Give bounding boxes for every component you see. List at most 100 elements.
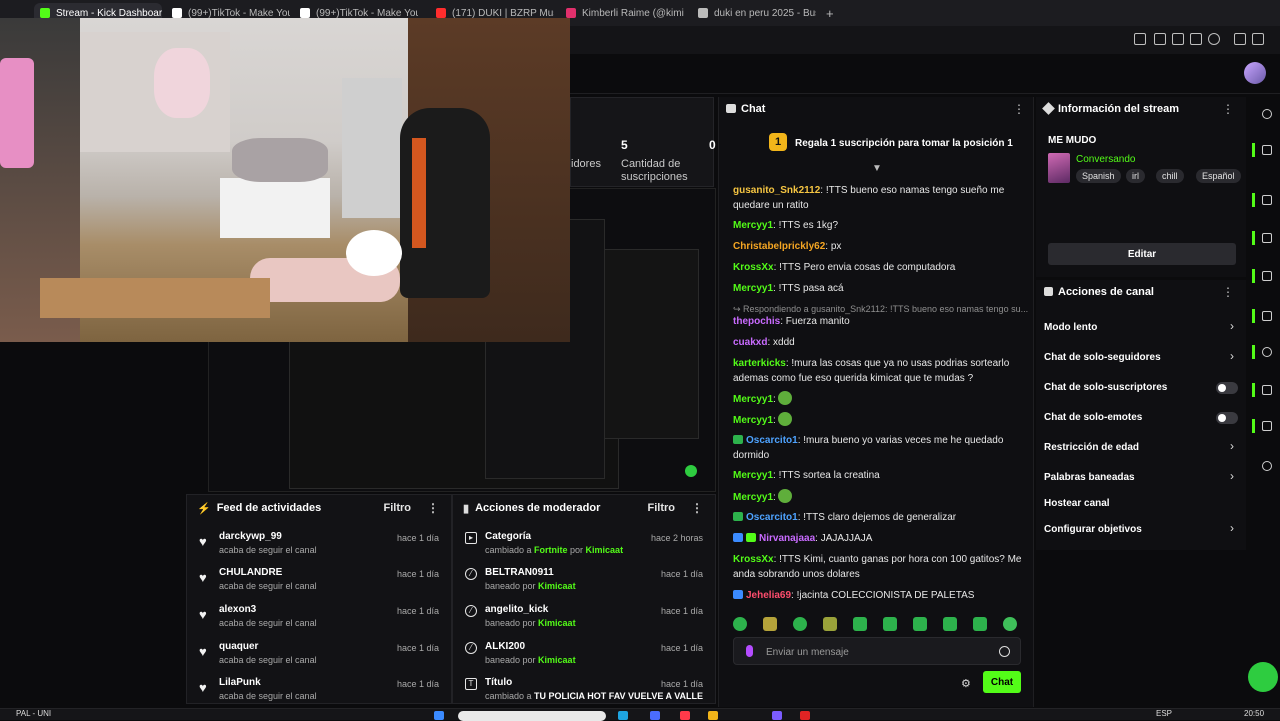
- emotes-only-toggle[interactable]: [1216, 412, 1238, 424]
- mod-action-name: Categoría: [485, 531, 532, 542]
- moderation-icon[interactable]: [1262, 195, 1272, 205]
- mod-action-name[interactable]: ALKI200: [485, 641, 525, 652]
- mod-action-sub: baneado por Kimicaat: [485, 581, 576, 591]
- feed-user[interactable]: LilaPunk: [219, 677, 261, 688]
- app-icon[interactable]: [800, 711, 810, 720]
- rail-active-marker: [1252, 419, 1255, 433]
- more-options-icon[interactable]: ⋮: [1222, 285, 1234, 299]
- folder-icon[interactable]: [708, 711, 718, 720]
- chat-message: KrossXx: !TTS Kimi, cuanto ganas por hor…: [733, 554, 1022, 580]
- subscribers-only-toggle[interactable]: [1216, 382, 1238, 394]
- more-options-icon[interactable]: ⋮: [691, 501, 703, 515]
- more-options-icon[interactable]: ⋮: [1013, 102, 1025, 116]
- users-icon[interactable]: [1262, 385, 1272, 395]
- heart-icon: ♥: [199, 534, 207, 549]
- activity-filter-button[interactable]: Filtro: [384, 502, 412, 514]
- tab-google-search[interactable]: duki en peru 2025 - Busc: [692, 3, 816, 23]
- emote-icon[interactable]: [853, 617, 867, 631]
- feed-user[interactable]: darckywp_99: [219, 531, 282, 542]
- rail-active-marker: [1252, 231, 1255, 245]
- pencil-icon[interactable]: [1262, 145, 1272, 155]
- app-icon[interactable]: [650, 711, 660, 720]
- feed-sub: acaba de seguir el canal: [219, 655, 317, 665]
- feed-time: hace 1 día: [396, 533, 439, 543]
- feed-user[interactable]: CHULANDRE: [219, 567, 282, 578]
- windows-start-icon[interactable]: [434, 711, 444, 720]
- stat-next-num: 0: [709, 138, 716, 152]
- shield-icon[interactable]: [1172, 33, 1184, 45]
- more-options-icon[interactable]: ⋮: [1222, 102, 1234, 116]
- support-chat-button[interactable]: [1248, 662, 1278, 692]
- emote-icon[interactable]: [793, 617, 807, 631]
- chat-icon[interactable]: [1262, 311, 1272, 321]
- tiktok-icon: [172, 8, 182, 18]
- clock[interactable]: 20:50: [1244, 709, 1264, 718]
- edit-stream-button[interactable]: Editar: [1048, 243, 1236, 265]
- broadcast-icon[interactable]: [1262, 347, 1272, 357]
- feed-user[interactable]: quaquer: [219, 641, 258, 652]
- send-chat-button[interactable]: Chat: [983, 671, 1021, 693]
- opera-icon[interactable]: [680, 711, 690, 720]
- discord-icon[interactable]: [772, 711, 782, 720]
- info-icon[interactable]: [1262, 109, 1272, 119]
- emote-icon[interactable]: [883, 617, 897, 631]
- collapse-icon[interactable]: ▼: [872, 163, 882, 174]
- more-options-icon[interactable]: ⋮: [427, 501, 439, 515]
- edge-icon[interactable]: [618, 711, 628, 720]
- apps-icon[interactable]: [1262, 461, 1272, 471]
- emote-icon[interactable]: [1003, 617, 1017, 631]
- stream-tag: Spanish: [1076, 169, 1121, 183]
- chevron-right-icon: ›: [1230, 521, 1234, 535]
- microphone-icon[interactable]: [746, 645, 753, 657]
- emote-icon[interactable]: [973, 617, 987, 631]
- emote-icon[interactable]: [733, 617, 747, 631]
- rail-active-marker: [1252, 383, 1255, 397]
- stream-category[interactable]: Conversando: [1076, 154, 1135, 165]
- download-icon[interactable]: [1252, 33, 1264, 45]
- feed-item: ♥ CHULANDRE acaba de seguir el canal hac…: [187, 565, 451, 601]
- verified-badge-icon: [733, 590, 743, 599]
- mod-action-name[interactable]: angelito_kick: [485, 604, 548, 615]
- mod-action-sub: cambiado a TU POLICIA HOT FAV VUELVE A V…: [485, 691, 704, 701]
- profile-icon[interactable]: [1234, 33, 1246, 45]
- avatar[interactable]: [1244, 62, 1266, 84]
- mod-action-name[interactable]: BELTRAN0911: [485, 567, 554, 578]
- tab-instagram[interactable]: Kimberli Raime (@kimicat: [560, 3, 684, 23]
- chat-message: Mercyy1:: [733, 489, 1023, 505]
- instagram-icon: [566, 8, 576, 18]
- bolt-icon[interactable]: [1262, 233, 1272, 243]
- play-icon[interactable]: [1190, 33, 1202, 45]
- document-icon[interactable]: [1262, 271, 1272, 281]
- wrench-icon[interactable]: [1262, 421, 1272, 431]
- screenshot-icon[interactable]: [1154, 33, 1166, 45]
- emoji-picker-icon[interactable]: [999, 646, 1010, 657]
- emote-icon[interactable]: [823, 617, 837, 631]
- stream-title: ME MUDO: [1048, 135, 1097, 146]
- heart-icon[interactable]: [1208, 33, 1220, 45]
- kick-icon: [40, 8, 50, 18]
- verified-badge-icon: [733, 533, 743, 542]
- emote-bar: [733, 617, 1023, 635]
- feed-time: hace 1 día: [396, 643, 439, 653]
- emote-icon[interactable]: [763, 617, 777, 631]
- feed-sub: acaba de seguir el canal: [219, 691, 317, 701]
- emote-icon[interactable]: [913, 617, 927, 631]
- stream-tag: Español: [1196, 169, 1241, 183]
- gear-icon[interactable]: ⚙: [961, 677, 971, 690]
- mod-action-time: hace 2 horas: [650, 533, 703, 543]
- feed-user[interactable]: alexon3: [219, 604, 256, 615]
- ban-icon: ⁄: [465, 568, 477, 580]
- feed-sub: acaba de seguir el canal: [219, 618, 317, 628]
- tiktok-icon: [300, 8, 310, 18]
- mod-filter-button[interactable]: Filtro: [648, 502, 676, 514]
- chat-message: Mercyy1: !TTS sortea la creatina: [733, 470, 880, 481]
- subs-count: 5: [621, 138, 628, 152]
- language-indicator[interactable]: ESP: [1156, 709, 1172, 718]
- chat-message-input[interactable]: [766, 644, 986, 660]
- youtube-icon: [436, 8, 446, 18]
- pinned-leaderboard[interactable]: 1 Regala 1 suscripción para tomar la pos…: [719, 129, 1035, 157]
- new-tab-button[interactable]: +: [820, 3, 840, 23]
- emote-icon[interactable]: [943, 617, 957, 631]
- sub-badge-icon: [733, 512, 743, 521]
- bookmark-icon[interactable]: [1134, 33, 1146, 45]
